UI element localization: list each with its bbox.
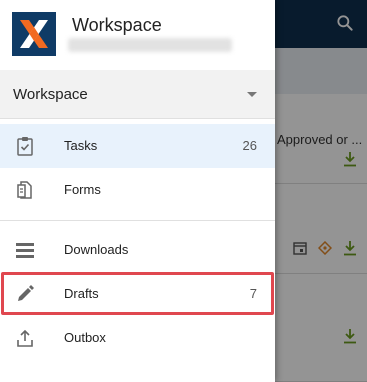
form-document-icon — [17, 181, 32, 199]
nav-item-outbox[interactable]: Outbox — [0, 316, 275, 360]
workspace-selector-value: Workspace — [13, 86, 88, 103]
clipboard-check-icon — [17, 137, 33, 156]
nav-item-tasks[interactable]: Tasks 26 — [0, 124, 275, 168]
nav-item-forms[interactable]: Forms — [0, 168, 275, 212]
workspace-logo-icon — [12, 12, 56, 56]
navigation-drawer: Workspace Workspace Tasks 26 Forms Downl… — [0, 0, 275, 382]
drawer-header: Workspace — [0, 0, 275, 70]
nav-item-label: Tasks — [64, 138, 98, 153]
list-downloads-icon — [16, 243, 34, 258]
caret-down-icon — [247, 92, 257, 97]
nav-item-count: 26 — [242, 138, 257, 153]
drawer-title: Workspace — [72, 15, 162, 35]
workspace-selector[interactable]: Workspace — [0, 70, 275, 119]
nav-item-label: Downloads — [64, 242, 129, 257]
nav-item-label: Outbox — [64, 330, 106, 345]
nav-item-label: Forms — [64, 182, 101, 197]
drawer-divider — [0, 220, 275, 221]
nav-item-downloads[interactable]: Downloads — [0, 228, 275, 272]
upload-outbox-icon — [17, 329, 33, 347]
account-email-blurred — [68, 38, 232, 52]
drafts-highlight-box — [1, 272, 274, 315]
